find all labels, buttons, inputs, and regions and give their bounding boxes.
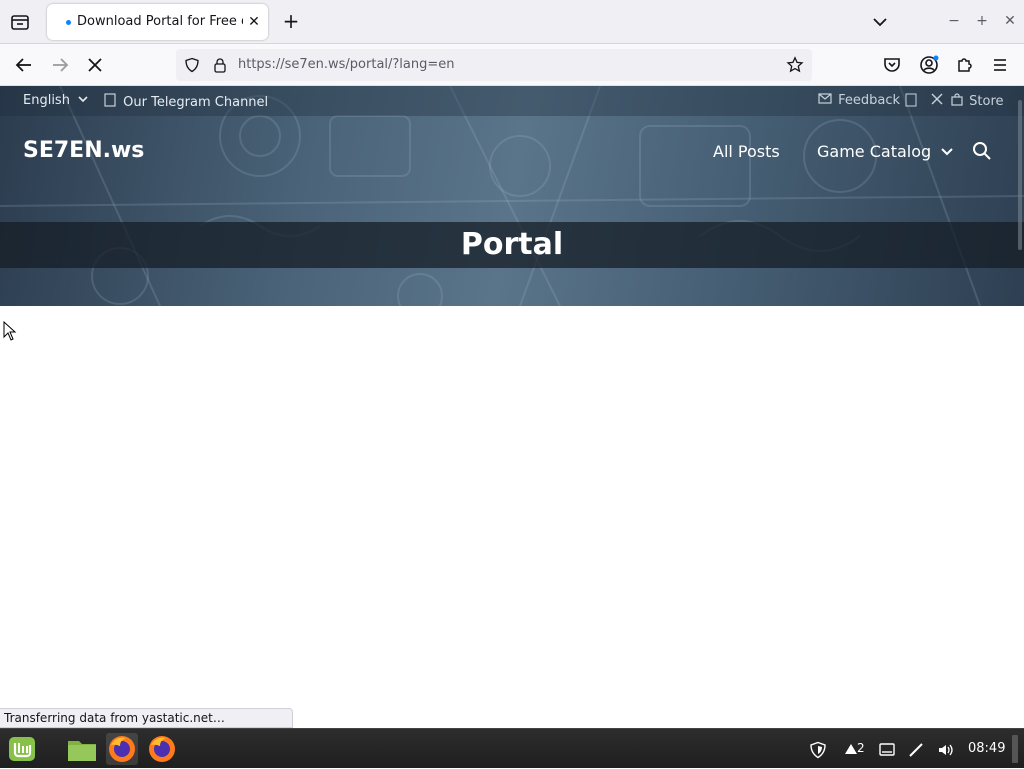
loading-indicator-icon (66, 20, 71, 25)
firefox-window-active[interactable] (106, 733, 138, 765)
close-icon: ✕ (1004, 13, 1016, 29)
extensions-button[interactable] (953, 53, 977, 77)
browser-status-bar: Transferring data from yastatic.net… (0, 708, 293, 728)
page-title-band: Portal (0, 222, 1024, 268)
header-background-pattern (0, 86, 1024, 306)
os-taskbar: 2 08:49 (0, 728, 1024, 768)
mint-menu-icon (9, 737, 35, 761)
plus-icon: + (282, 9, 300, 33)
page-title: Portal (460, 227, 564, 262)
firefox-icon (149, 736, 175, 762)
account-icon (920, 55, 939, 74)
navigation-toolbar: https://se7en.ws/portal/?lang=en (0, 44, 1024, 86)
language-selector[interactable]: English (23, 93, 89, 108)
telegram-small-icon[interactable] (905, 93, 917, 111)
chevron-down-icon (873, 18, 887, 27)
clock[interactable]: 08:49 (968, 741, 1005, 756)
site-search-button[interactable] (972, 141, 992, 165)
menu-icon (994, 59, 1006, 71)
minimize-icon: − (948, 13, 960, 29)
chevron-down-icon (78, 96, 88, 103)
search-icon (973, 142, 991, 160)
feedback-link[interactable]: Feedback (818, 93, 900, 108)
tab-list-icon (11, 15, 29, 30)
firefox-icon (109, 736, 135, 762)
menu-all-posts[interactable]: All Posts (713, 142, 780, 161)
store-label: Store (969, 94, 1004, 109)
telegram-link[interactable]: Our Telegram Channel (104, 93, 268, 110)
back-icon (15, 58, 31, 72)
bag-icon (951, 93, 963, 106)
account-button[interactable] (917, 53, 941, 77)
stop-button[interactable] (83, 53, 107, 77)
minimize-button[interactable]: − (945, 12, 963, 30)
app-menu-button[interactable] (988, 53, 1012, 77)
mail-icon (818, 93, 832, 104)
pen-tray-icon[interactable] (907, 741, 925, 759)
forward-button[interactable] (48, 53, 72, 77)
url-text[interactable]: https://se7en.ws/portal/?lang=en (238, 57, 455, 72)
browser-tab-active[interactable]: Download Portal for Free on ✕ (47, 4, 268, 40)
feedback-label: Feedback (838, 93, 901, 108)
new-tab-button[interactable]: + (279, 10, 303, 34)
x-icon (931, 93, 943, 105)
telegram-icon (104, 93, 116, 107)
language-label: English (23, 93, 70, 108)
chevron-down-icon (941, 148, 953, 156)
mouse-cursor-icon (3, 321, 17, 341)
extensions-icon (958, 58, 972, 72)
browser-tab-bar: Download Portal for Free on ✕ + − + ✕ (0, 0, 1024, 44)
shield-tray-icon[interactable] (809, 741, 827, 759)
telegram-label: Our Telegram Channel (123, 95, 269, 110)
site-logo-text[interactable]: SE7EN.ws (23, 138, 144, 163)
game-catalog-label: Game Catalog (817, 142, 932, 161)
stop-icon (88, 58, 102, 72)
show-desktop-button[interactable] (1012, 735, 1018, 763)
firefox-launcher[interactable] (146, 733, 178, 765)
tab-list-button[interactable] (8, 10, 32, 34)
start-menu-button[interactable] (6, 733, 38, 765)
maximize-icon: + (976, 13, 988, 29)
back-button[interactable] (12, 53, 36, 77)
url-bar[interactable]: https://se7en.ws/portal/?lang=en (176, 49, 812, 81)
x-social-link[interactable] (931, 93, 943, 109)
store-link[interactable]: Store (951, 93, 1004, 109)
volume-tray-icon[interactable] (937, 741, 955, 759)
page-scrollbar[interactable] (1018, 100, 1022, 250)
pocket-button[interactable] (880, 53, 904, 77)
site-header: English Our Telegram Channel Feedback St… (0, 86, 1024, 306)
site-topbar: English Our Telegram Channel Feedback St… (0, 86, 1024, 116)
shield-icon[interactable] (184, 57, 200, 73)
star-icon[interactable] (786, 56, 804, 74)
files-launcher[interactable] (66, 733, 98, 765)
pocket-icon (884, 58, 900, 72)
list-all-tabs-button[interactable] (868, 10, 892, 34)
tab-title: Download Portal for Free on (77, 14, 243, 29)
display-tray-icon[interactable] (878, 741, 896, 759)
lock-icon[interactable] (212, 57, 228, 73)
close-window-button[interactable]: ✕ (1001, 12, 1019, 30)
maximize-button[interactable]: + (973, 12, 991, 30)
folder-icon (68, 741, 96, 761)
menu-game-catalog[interactable]: Game Catalog (817, 142, 954, 161)
close-icon[interactable]: ✕ (245, 13, 263, 31)
forward-icon (53, 58, 69, 72)
notification-count: 2 (857, 741, 865, 755)
